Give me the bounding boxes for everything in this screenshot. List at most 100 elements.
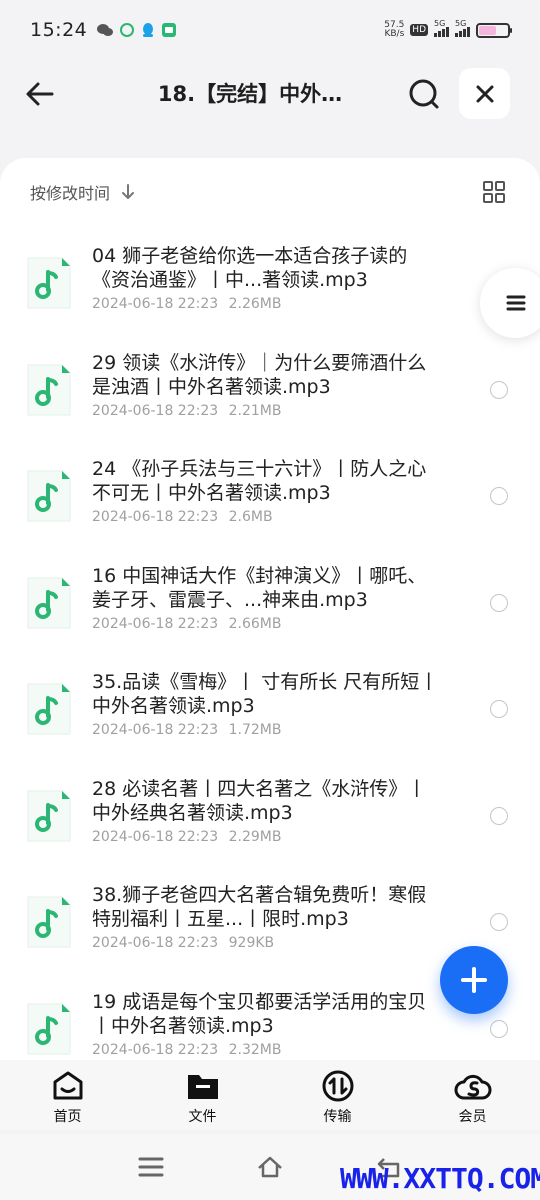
sort-label: 按修改时间 — [30, 184, 111, 203]
audio-file-icon — [26, 1002, 72, 1056]
file-row[interactable]: 35.品读《雪梅》丨 寸有所长 尺有所短丨中外名著领读.mp3 2024-06-… — [0, 670, 540, 777]
header: 18.【完结】中外… — [0, 62, 540, 126]
audio-file-icon — [26, 576, 72, 630]
close-icon — [476, 85, 493, 102]
page-title: 18.【完结】中外… — [157, 82, 343, 106]
close-button[interactable] — [459, 68, 510, 119]
signal-icon-1: 5G — [434, 19, 449, 37]
audio-file-icon — [26, 363, 72, 417]
plus-icon — [461, 967, 487, 993]
nav-label-files: 文件 — [188, 1109, 217, 1125]
nav-label-home: 首页 — [53, 1109, 82, 1125]
grid-view-icon — [483, 181, 505, 203]
nav-label-vip: 会员 — [458, 1109, 487, 1125]
file-size: 2.32MB — [228, 1041, 282, 1058]
audio-file-icon — [26, 469, 72, 523]
file-row[interactable]: 29 领读《水浒传》｜为什么要筛酒什么是浊酒丨中外名著领读.mp3 2024-0… — [0, 351, 540, 458]
folder-icon — [187, 1075, 218, 1099]
sort-arrow-down-icon — [122, 184, 135, 199]
file-meta: 2024-06-18 22:23 2.29MB — [92, 829, 281, 845]
file-row[interactable]: 28 必读名著丨四大名著之《水浒传》丨中外经典名著领读.mp3 2024-06-… — [0, 777, 540, 884]
file-date: 2024-06-18 22:23 — [92, 296, 219, 312]
file-date: 2024-06-18 22:23 — [92, 722, 219, 738]
file-row[interactable]: 24 《孙子兵法与三十六计》丨防人之心不可无丨中外名著领读.mp3 2024-0… — [0, 457, 540, 564]
back-button[interactable] — [22, 76, 58, 112]
file-select-checkbox[interactable] — [490, 487, 508, 505]
file-meta: 2024-06-18 22:23 2.32MB — [92, 1042, 281, 1058]
grid-view-toggle[interactable] — [482, 180, 506, 204]
home-icon — [53, 1071, 82, 1100]
status-right: 57.5 KB/s HD 5G 5G — [384, 19, 512, 39]
vip-icon — [454, 1074, 491, 1100]
file-size: 2.29MB — [228, 828, 282, 845]
search-icon — [409, 79, 439, 109]
status-time: 15:24 — [30, 19, 88, 41]
file-meta: 2024-06-18 22:23 2.6MB — [92, 509, 273, 525]
recent-apps-icon — [138, 1157, 164, 1177]
signal-icon-2: 5G — [455, 19, 470, 37]
audio-file-icon — [26, 256, 72, 310]
home-system-button[interactable] — [255, 1154, 285, 1180]
nav-item-files[interactable]: 文件 — [135, 1060, 270, 1130]
file-name: 19 成语是每个宝贝都要活学活用的宝贝丨中外名著领读.mp3 — [92, 990, 427, 1037]
file-size: 2.21MB — [228, 402, 282, 419]
nav-item-vip[interactable]: 会员 — [405, 1060, 540, 1130]
search-button[interactable] — [404, 74, 444, 114]
nav-item-home[interactable]: 首页 — [0, 1060, 135, 1130]
file-size: 929KB — [228, 935, 275, 951]
file-select-checkbox[interactable] — [490, 593, 508, 612]
file-name: 04 狮子老爸给你选一本适合孩子读的《资治通鉴》丨中...著领读.mp3 — [92, 245, 408, 291]
watermark: WWW.XXTTQ.COM — [340, 1162, 540, 1195]
file-meta: 2024-06-18 22:23 1.72MB — [92, 722, 281, 738]
file-name: 29 领读《水浒传》｜为什么要筛酒什么是浊酒丨中外名著领读.mp3 — [92, 351, 427, 398]
file-row[interactable]: 16 中国神话大作《封神演义》丨哪吒、姜子牙、雷震子、...神来由.mp3 20… — [0, 564, 540, 671]
sort-selector[interactable]: 按修改时间 — [30, 180, 136, 204]
audio-file-icon — [26, 895, 72, 949]
signal-label-1: 5G — [434, 19, 446, 28]
audio-file-icon — [26, 789, 72, 843]
wechat-icon — [97, 24, 114, 36]
file-browser: 按修改时间 04 狮子老爸给你选一本适合孩子读的《资治通鉴》丨中...著领读.m… — [0, 158, 540, 1060]
file-select-checkbox[interactable] — [490, 380, 508, 399]
file-date: 2024-06-18 22:23 — [92, 615, 219, 632]
audio-file-icon — [26, 682, 72, 736]
file-size: 1.72MB — [228, 722, 282, 738]
file-meta: 2024-06-18 22:23 929KB — [92, 935, 274, 951]
net-speed-unit: KB/s — [384, 29, 405, 39]
add-button[interactable] — [440, 946, 508, 1014]
file-select-checkbox[interactable] — [490, 700, 508, 718]
file-list: 04 狮子老爸给你选一本适合孩子读的《资治通鉴》丨中...著领读.mp3 202… — [0, 244, 540, 1060]
file-select-checkbox[interactable] — [490, 1019, 508, 1038]
file-row[interactable]: 04 狮子老爸给你选一本适合孩子读的《资治通鉴》丨中...著领读.mp3 202… — [0, 244, 540, 351]
file-date: 2024-06-18 22:23 — [92, 509, 219, 525]
signal-label-2: 5G — [455, 19, 467, 28]
file-name: 16 中国神话大作《封神演义》丨哪吒、姜子牙、雷震子、...神来由.mp3 — [92, 564, 427, 611]
menu-icon — [506, 295, 526, 311]
file-size: 2.66MB — [228, 615, 282, 632]
recent-apps-button[interactable] — [136, 1154, 166, 1180]
bottom-nav: 首页 文件 传输 会员 — [0, 1060, 540, 1130]
battery-icon — [476, 22, 512, 38]
file-name: 38.狮子老爸四大名著合辑免费听！寒假特别福利丨五星...丨限时.mp3 — [92, 884, 427, 930]
file-select-checkbox[interactable] — [490, 806, 508, 825]
file-meta: 2024-06-18 22:23 2.66MB — [92, 616, 281, 632]
file-select-checkbox[interactable] — [490, 913, 508, 931]
file-name: 35.品读《雪梅》丨 寸有所长 尺有所短丨中外名著领读.mp3 — [92, 671, 439, 717]
back-arrow-icon — [26, 82, 54, 106]
home-system-icon — [258, 1156, 282, 1178]
file-name: 28 必读名著丨四大名著之《水浒传》丨中外经典名著领读.mp3 — [92, 777, 427, 824]
file-size: 2.26MB — [228, 296, 282, 312]
app-badge-icon — [162, 23, 177, 37]
file-meta: 2024-06-18 22:23 2.21MB — [92, 403, 281, 419]
file-name: 24 《孙子兵法与三十六计》丨防人之心不可无丨中外名著领读.mp3 — [92, 458, 427, 504]
file-meta: 2024-06-18 22:23 2.26MB — [92, 296, 281, 312]
file-date: 2024-06-18 22:23 — [92, 1041, 219, 1058]
notification-icons — [97, 22, 177, 38]
nav-label-transfer: 传输 — [323, 1109, 352, 1125]
transfer-icon — [322, 1070, 353, 1102]
file-date: 2024-06-18 22:23 — [92, 935, 219, 951]
nav-item-transfer[interactable]: 传输 — [270, 1060, 405, 1130]
qq-icon — [143, 23, 154, 37]
hd-badge: HD — [410, 24, 428, 36]
net-speed: 57.5 KB/s — [384, 21, 404, 39]
